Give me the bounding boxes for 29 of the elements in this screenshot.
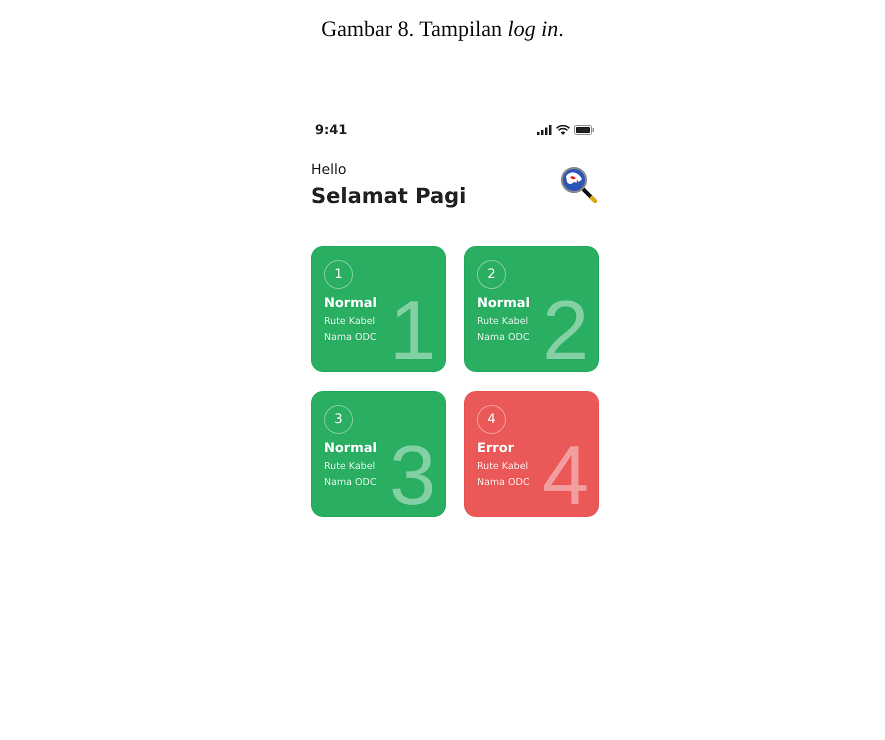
- battery-icon: [574, 125, 594, 135]
- odc-label: Nama ODC: [324, 332, 378, 343]
- card-numeral: 3: [389, 433, 436, 517]
- status-card[interactable]: 4 4 Error Rute Kabel Nama ODC: [464, 391, 599, 517]
- number-badge: 4: [477, 405, 506, 434]
- signal-icon: [537, 125, 552, 135]
- card-numeral: 4: [542, 433, 589, 517]
- number-badge: 3: [324, 405, 353, 434]
- route-label: Rute Kabel: [324, 461, 376, 472]
- route-label: Rute Kabel: [477, 316, 530, 327]
- status-label: Normal: [477, 296, 531, 311]
- status-label: Normal: [324, 441, 378, 456]
- number-badge: 2: [477, 260, 506, 289]
- page-title: Selamat Pagi: [311, 184, 466, 208]
- figure-caption: Gambar 8. Tampilan log in.: [321, 16, 564, 42]
- card-numeral: 2: [542, 288, 589, 372]
- number-badge: 1: [324, 260, 353, 289]
- status-label: Error: [477, 441, 516, 456]
- odc-label: Nama ODC: [324, 477, 378, 488]
- route-label: Rute Kabel: [477, 461, 530, 472]
- globe-magnifier-icon[interactable]: [560, 166, 598, 204]
- odc-label: Nama ODC: [477, 332, 530, 343]
- greeting-text: Hello: [311, 162, 348, 178]
- wifi-icon: [556, 125, 570, 135]
- route-label: Rute Kabel: [324, 316, 376, 327]
- card-numeral: 1: [389, 288, 436, 372]
- status-label: Normal: [324, 296, 378, 311]
- status-time: 9:41: [315, 122, 348, 138]
- odc-label: Nama ODC: [477, 477, 530, 488]
